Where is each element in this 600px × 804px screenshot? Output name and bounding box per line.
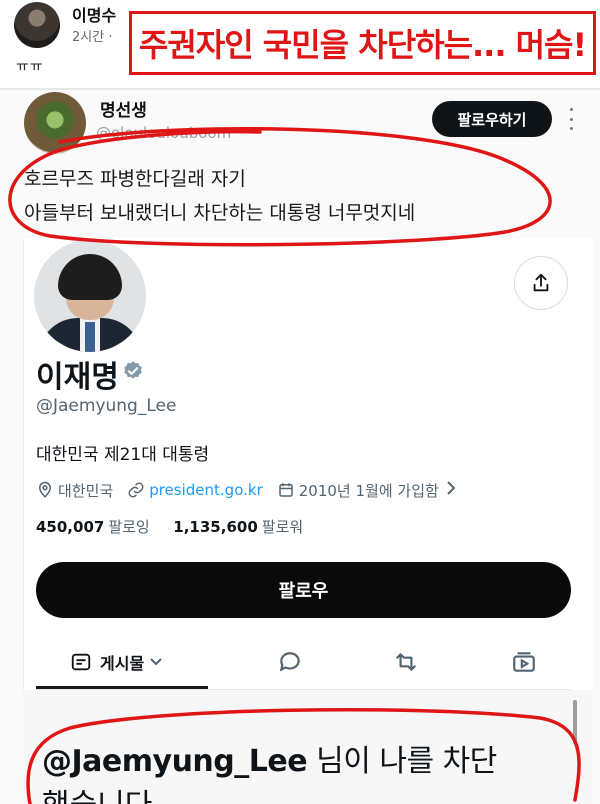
tweet-account-name[interactable]: 명선생 [100,96,147,121]
share-button[interactable] [514,256,568,310]
follow-button[interactable]: 팔로우 [36,562,571,618]
profile-tabs: 게시물 [36,640,571,690]
location-pin-icon [36,481,54,499]
blocked-message-line-2: 했습니다 [42,780,152,804]
more-vertical-icon[interactable] [566,108,576,130]
posts-tab-icon [71,653,91,671]
author-avatar[interactable] [14,2,60,48]
post-author-name[interactable]: 이명수 [72,2,116,26]
tweet-text-line-1: 호르무즈 파병한다길래 자기 [24,168,246,190]
post-timestamp: 2시간 · [72,30,113,45]
follow-button-small[interactable]: 팔로우하기 [432,101,552,137]
annotation-banner: 주권자인 국민을 차단하는... 머슴! [129,11,596,75]
tab-retweets[interactable] [392,640,420,684]
tweet-text-line-2: 아들부터 보내랬더니 차단하는 대통령 너무멋지네 [24,202,416,224]
chevron-down-icon [150,658,162,666]
tab-posts[interactable]: 게시물 [70,640,162,684]
following-stat[interactable]: 450,007 팔로잉 [36,518,150,536]
profile-website-link[interactable]: president.go.kr [149,481,263,499]
link-icon [127,481,145,499]
tweet-account-avatar[interactable] [24,92,86,154]
tweet-account-handle: @olouloulouboom [96,124,232,142]
profile-bio: 대한민국 제21대 대통령 [36,445,210,465]
profile-stats: 450,007 팔로잉 1,135,600 팔로워 [36,516,303,537]
profile-handle: @Jaemyung_Lee [36,396,177,416]
profile-joined-date: 2010년 1월에 가입함 [298,481,439,500]
profile-photo[interactable] [34,240,146,352]
blocked-handle: @Jaemyung_Lee [42,744,308,779]
screenshot-top-border [0,88,600,90]
profile-name: 이재명 [36,360,119,395]
blocked-message: @Jaemyung_Lee 님이 나를 차단 [42,736,497,780]
verified-badge-icon [124,361,142,379]
tab-media[interactable] [510,640,538,684]
annotation-banner-text: 주권자인 국민을 차단하는... 머슴! [138,26,587,64]
calendar-icon [277,481,295,499]
profile-meta-row: 대한민국 president.go.kr 2010년 1월에 가입함 [36,478,457,502]
profile-location: 대한민국 [58,481,114,500]
share-icon [533,273,549,292]
chevron-right-icon[interactable] [445,481,457,499]
post-body-text: ㅠㅠ [16,59,44,75]
media-icon [513,652,535,672]
tab-replies[interactable] [277,640,303,684]
followers-stat[interactable]: 1,135,600 팔로워 [173,518,303,536]
blocked-message-rest: 님이 나를 차단 [307,744,497,779]
replies-icon [279,652,300,672]
scrollbar[interactable] [573,700,577,744]
retweet-icon [396,653,416,671]
